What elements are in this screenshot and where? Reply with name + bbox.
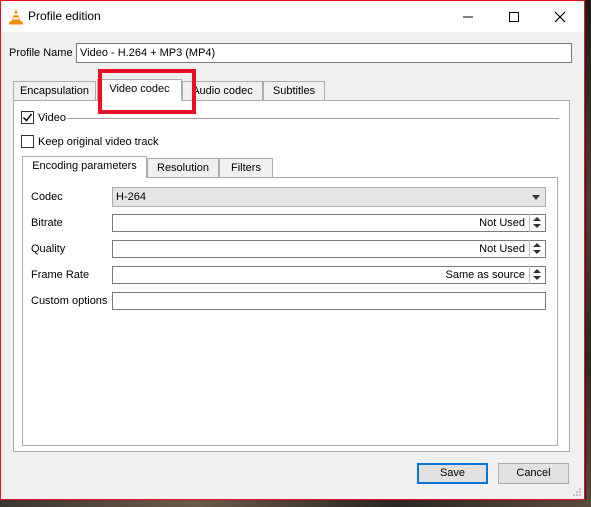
window-title: Profile edition — [28, 9, 101, 23]
custom-options-label: Custom options — [31, 295, 108, 307]
title-bar[interactable]: Profile edition — [1, 1, 584, 32]
background-desktop — [586, 0, 591, 507]
quality-value: Not Used — [479, 243, 525, 255]
tab-encapsulation[interactable]: Encapsulation — [13, 81, 96, 101]
bitrate-spin-buttons[interactable] — [529, 214, 545, 232]
keep-original-video-checkbox[interactable] — [21, 135, 34, 148]
video-checkbox-label: Video — [38, 112, 66, 124]
tab-filters[interactable]: Filters — [219, 158, 273, 178]
cancel-button[interactable]: Cancel — [498, 463, 569, 484]
frame-rate-spin-buttons[interactable] — [529, 266, 545, 284]
tab-encoding-parameters[interactable]: Encoding parameters — [22, 156, 147, 178]
quality-spin-buttons[interactable] — [529, 240, 545, 258]
save-button[interactable]: Save — [417, 463, 488, 484]
bitrate-label: Bitrate — [31, 217, 63, 229]
resize-grip-icon[interactable] — [572, 487, 582, 497]
profile-edition-dialog: Profile edition Profile Name Video - H.2… — [0, 0, 585, 500]
spin-up-icon — [533, 243, 541, 247]
maximize-icon — [509, 12, 519, 22]
video-group-separator — [67, 118, 559, 119]
tab-video-codec[interactable]: Video codec — [97, 79, 182, 101]
background-desktop-bottom — [0, 500, 591, 507]
vlc-cone-icon — [8, 8, 24, 25]
profile-name-label: Profile Name — [9, 47, 73, 59]
tab-audio-codec[interactable]: Audio codec — [182, 81, 263, 101]
checkmark-icon — [22, 113, 33, 122]
minimize-icon — [463, 16, 473, 18]
quality-spinbox[interactable]: Not Used — [112, 240, 546, 258]
profile-name-input[interactable]: Video - H.264 + MP3 (MP4) — [76, 43, 572, 63]
bitrate-spinbox[interactable]: Not Used — [112, 214, 546, 232]
minimize-button[interactable] — [445, 1, 491, 32]
close-icon — [554, 11, 566, 23]
close-button[interactable] — [537, 1, 583, 32]
chevron-down-icon — [532, 195, 540, 200]
spin-down-icon — [533, 276, 541, 280]
codec-label: Codec — [31, 191, 63, 203]
codec-value: H-264 — [116, 191, 146, 203]
bitrate-value: Not Used — [479, 217, 525, 229]
spin-up-icon — [533, 217, 541, 221]
tab-subtitles[interactable]: Subtitles — [263, 81, 325, 101]
video-checkbox[interactable] — [21, 111, 34, 124]
spin-down-icon — [533, 224, 541, 228]
maximize-button[interactable] — [491, 1, 537, 32]
codec-select[interactable]: H-264 — [112, 187, 546, 207]
frame-rate-spinbox[interactable]: Same as source — [112, 266, 546, 284]
frame-rate-label: Frame Rate — [31, 269, 90, 281]
tab-resolution[interactable]: Resolution — [147, 158, 219, 178]
frame-rate-value: Same as source — [445, 269, 525, 281]
profile-name-value: Video - H.264 + MP3 (MP4) — [80, 47, 216, 59]
quality-label: Quality — [31, 243, 66, 255]
spin-up-icon — [533, 269, 541, 273]
keep-original-video-label: Keep original video track — [38, 136, 159, 148]
custom-options-input[interactable] — [112, 292, 546, 310]
spin-down-icon — [533, 250, 541, 254]
